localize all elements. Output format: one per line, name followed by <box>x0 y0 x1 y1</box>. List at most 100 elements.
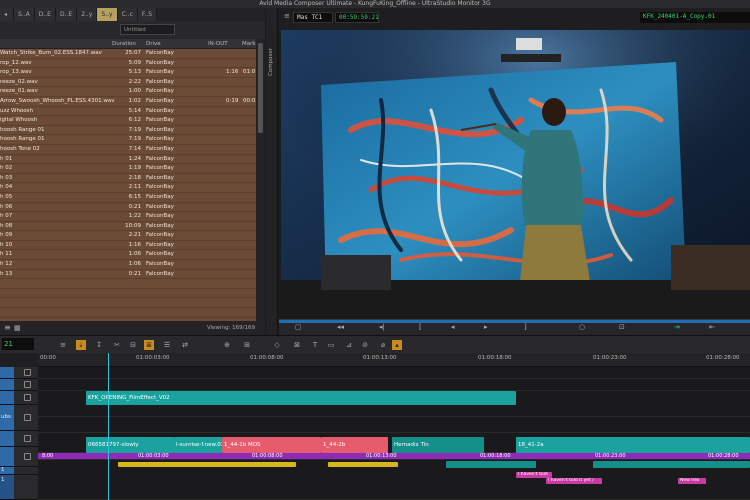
ripple-icon[interactable]: ≣ <box>144 340 154 350</box>
snap-icon[interactable]: ⇄ <box>180 340 190 350</box>
tab-scroll-left[interactable]: ◂ <box>0 8 14 21</box>
overwrite-icon[interactable]: ⇤ <box>709 323 715 331</box>
track-header-v2[interactable] <box>0 431 38 447</box>
audio-clip[interactable]: New hex <box>678 478 706 484</box>
audio-clip[interactable]: I haven't told it yet / <box>546 478 602 484</box>
audio-clip[interactable] <box>118 462 296 467</box>
monitor-icon[interactable] <box>24 414 31 421</box>
timeline-ruler[interactable]: 00:00 01:00:03:00 01:00:08:00 01:00:13:0… <box>38 353 750 367</box>
bin-row[interactable]: Arrow_Swoosh_Whoosh_PL.ESS.4301.wav 1:02 F… <box>0 97 256 107</box>
bin-tab[interactable]: S..A <box>14 8 35 21</box>
bin-row[interactable]: h 06 0:21 FalconBay <box>0 203 256 213</box>
track-header-v4b[interactable] <box>0 379 38 391</box>
track-select[interactable] <box>0 447 14 466</box>
menu-icon[interactable]: ≡ <box>58 340 68 350</box>
clip-opening-effect[interactable]: KFK_OPENING_FilmEffect_V02 <box>86 391 516 405</box>
col-duration[interactable]: Duration <box>112 39 136 49</box>
bin-view-dropdown[interactable]: Untitled <box>120 24 175 35</box>
bin-row[interactable]: reeze_01.wav 1:00 FalconBay <box>0 87 256 97</box>
bin-row[interactable]: hoosh Range 01 7:19 FalconBay <box>0 135 256 145</box>
clip-v1[interactable]: l-sunrise-f.new.01 <box>174 437 222 453</box>
bin-row[interactable]: h 04 2:11 FalconBay <box>0 183 256 193</box>
bin-row[interactable] <box>0 279 256 289</box>
clear-icon[interactable]: ○ <box>579 323 585 331</box>
clip-v1[interactable]: 1_44-1b MOS <box>222 437 321 453</box>
bin-row[interactable]: h 13 0:21 FalconBay <box>0 270 256 280</box>
audio-tool-icon[interactable]: ▴ <box>392 340 402 350</box>
track-select[interactable] <box>0 367 14 378</box>
extract-icon[interactable]: ⊟ <box>128 340 138 350</box>
bin-row[interactable]: igital Whoosh 6:12 FalconBay <box>0 116 256 126</box>
list-icon[interactable]: ☰ <box>162 340 172 350</box>
lift-overwrite-icon[interactable]: ↧ <box>94 340 104 350</box>
bin-row[interactable]: h 07 1:22 FalconBay <box>0 212 256 222</box>
link-icon[interactable]: ⌀ <box>378 340 388 350</box>
safe-area-icon[interactable]: ▢ <box>295 323 302 331</box>
bin-row[interactable] <box>0 298 256 309</box>
clip-v1[interactable]: 1_44-2b <box>321 437 388 453</box>
bin-row[interactable]: h 09 2:21 FalconBay <box>0 231 256 241</box>
monitor-icon[interactable] <box>24 394 31 401</box>
mark-out-icon[interactable]: ] <box>524 323 527 331</box>
overlay-icon[interactable]: ▭ <box>326 340 336 350</box>
bin-row[interactable]: h 11 1:06 FalconBay <box>0 250 256 261</box>
track-header-v3[interactable]: ubs <box>0 405 38 431</box>
bin-tab[interactable]: D..E <box>34 8 56 21</box>
bin-row[interactable]: reeze_02.wav 2:22 FalconBay <box>0 78 256 88</box>
bin-row[interactable]: h 03 2:18 FalconBay <box>0 174 256 184</box>
monitor-icon[interactable] <box>24 453 31 460</box>
clip-v1[interactable]: 066581797-slowly <box>86 437 174 453</box>
render-icon[interactable]: ⊠ <box>292 340 302 350</box>
bin-row[interactable]: h 12 1:06 FalconBay <box>0 260 256 270</box>
text-tool-icon[interactable]: T <box>310 340 320 350</box>
bin-row[interactable]: rop_12.wav 5:09 FalconBay <box>0 59 256 69</box>
effect-icon[interactable]: ⊿ <box>344 340 354 350</box>
bin-row[interactable]: Watch_Strike_Burn_02.ESS.1847.wav 25:07 Fa… <box>0 49 256 59</box>
track-select[interactable] <box>0 391 14 404</box>
bin-row[interactable]: h 05 6:15 FalconBay <box>0 193 256 203</box>
lift-icon[interactable]: ⊡ <box>619 323 625 331</box>
bin-row[interactable]: h 10 1:16 FalconBay <box>0 241 256 251</box>
match-frame-icon[interactable]: ⊞ <box>242 340 252 350</box>
bin-row[interactable]: h 08 10:09 FalconBay <box>0 222 256 232</box>
play-icon[interactable]: ▸ <box>484 323 488 331</box>
monitor-icon[interactable] <box>24 435 31 442</box>
bin-scrollbar[interactable] <box>256 39 265 321</box>
bin-row[interactable]: hoosh Tone 02 7:14 FalconBay <box>0 145 256 155</box>
track-header-v1[interactable] <box>0 447 38 467</box>
bin-row[interactable]: h 02 1:19 FalconBay <box>0 164 256 174</box>
track-header-a1[interactable]: 1 <box>0 475 38 500</box>
scroll-thumb[interactable] <box>258 43 263 133</box>
bin-row[interactable]: hoosh Range 01 7:19 FalconBay <box>0 126 256 136</box>
track-header-v4[interactable] <box>0 367 38 379</box>
col-inout[interactable]: IN-OUT <box>208 39 228 49</box>
bin-row[interactable]: uzz Whoosh 5:14 FalconBay <box>0 107 256 117</box>
bin-tab[interactable]: D..E <box>55 8 78 21</box>
clip-v1[interactable]: 18_41-2a <box>516 437 750 453</box>
bin-tab[interactable]: C..c <box>117 8 138 21</box>
clip-v1[interactable]: Hernadix Tin <box>392 437 484 453</box>
bin-row[interactable]: h 01 1:24 FalconBay <box>0 155 256 165</box>
monitor-icon[interactable] <box>24 369 31 376</box>
col-mark[interactable]: Mark <box>242 39 256 49</box>
step-back-icon[interactable]: ◂◂ <box>337 323 344 331</box>
track-header-v3b[interactable] <box>0 391 38 405</box>
bin-row[interactable] <box>0 289 256 299</box>
clear-icon[interactable]: ⊘ <box>360 340 370 350</box>
play-back-icon[interactable]: ◂ <box>451 323 455 331</box>
monitor-icon[interactable] <box>24 381 31 388</box>
menu-icon[interactable]: ≡ <box>4 321 11 335</box>
rewind-icon[interactable]: ◂| <box>379 323 385 331</box>
track-header-tc[interactable]: 1 <box>0 467 38 475</box>
bin-tab[interactable]: F..S <box>137 8 158 21</box>
keyframe-icon[interactable]: ◇ <box>272 340 282 350</box>
tc-label[interactable]: Mas TC1 <box>293 12 333 23</box>
menu-icon[interactable]: ≡ <box>284 12 290 20</box>
segment-mode-icon[interactable]: ⇣ <box>76 340 86 350</box>
bin-row[interactable] <box>0 308 256 318</box>
grid-view-icon[interactable]: ▦ <box>14 321 21 335</box>
composer-side-tab[interactable]: Composer <box>266 8 278 335</box>
splice-icon[interactable]: ⇥ <box>674 323 680 331</box>
add-edit-icon[interactable]: ⊕ <box>222 340 232 350</box>
track-select[interactable] <box>0 431 14 446</box>
